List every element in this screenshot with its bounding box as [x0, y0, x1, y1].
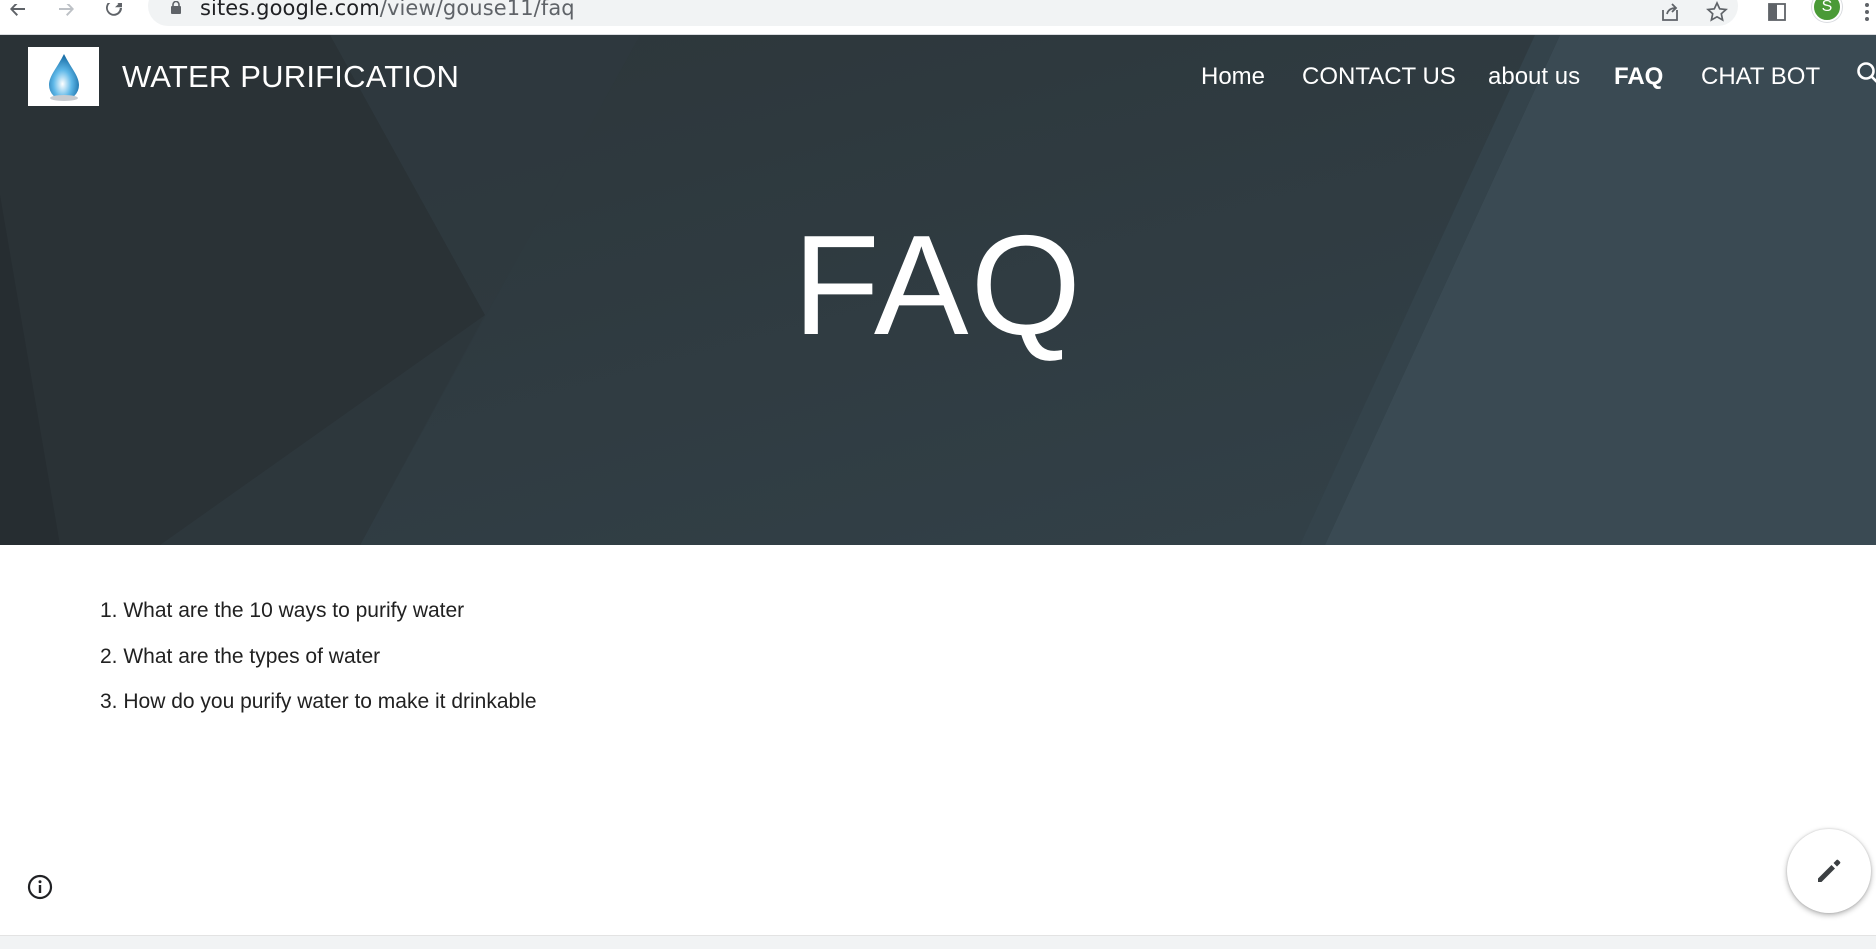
nav-chat-bot[interactable]: CHAT BOT	[1701, 63, 1820, 91]
bookmark-star-icon[interactable]	[1703, 0, 1731, 26]
edit-button[interactable]	[1787, 829, 1871, 913]
reload-button[interactable]	[100, 0, 128, 28]
url-path: /view/gouse11/faq	[379, 0, 575, 20]
browser-toolbar: sites.google.com/view/gouse11/faq S	[0, 0, 1876, 35]
list-item: 1. What are the 10 ways to purify water	[100, 599, 465, 622]
bottom-bar	[0, 935, 1876, 949]
site-title[interactable]: WATER PURIFICATION	[122, 59, 459, 95]
info-icon[interactable]	[27, 874, 53, 900]
forward-button[interactable]	[52, 0, 80, 28]
arrow-right-icon	[59, 4, 74, 16]
share-icon[interactable]	[1656, 0, 1684, 26]
arrow-left-icon	[10, 4, 25, 16]
list-item: 2. What are the types of water	[100, 644, 381, 668]
list-item: 3. How do you purify water to make it dr…	[100, 690, 537, 713]
reload-icon	[106, 3, 122, 16]
side-panel-icon[interactable]	[1763, 0, 1791, 26]
nav-contact-us[interactable]: CONTACT US	[1302, 63, 1456, 91]
nav-about-us[interactable]: about us	[1488, 63, 1580, 91]
profile-initial: S	[1821, 0, 1833, 15]
url-host: sites.google.com	[200, 0, 380, 20]
search-icon[interactable]	[1856, 61, 1876, 89]
page-title: FAQ	[792, 206, 1084, 365]
site-header: WATER PURIFICATION Home CONTACT US about…	[0, 35, 1876, 545]
water-drop-logo-icon	[48, 53, 79, 101]
lock-icon	[168, 0, 184, 16]
site-logo[interactable]	[28, 47, 99, 106]
back-button[interactable]	[4, 0, 32, 28]
nav-home[interactable]: Home	[1201, 63, 1265, 91]
faq-list: 1. What are the 10 ways to purify water …	[100, 596, 537, 733]
site-nav: WATER PURIFICATION Home CONTACT US about…	[0, 35, 1876, 121]
browser-menu-icon[interactable]	[1860, 0, 1874, 24]
pencil-icon	[1818, 859, 1841, 882]
url-text[interactable]: sites.google.com/view/gouse11/faq	[200, 0, 575, 20]
profile-avatar[interactable]: S	[1812, 0, 1842, 22]
nav-faq[interactable]: FAQ	[1614, 63, 1663, 91]
